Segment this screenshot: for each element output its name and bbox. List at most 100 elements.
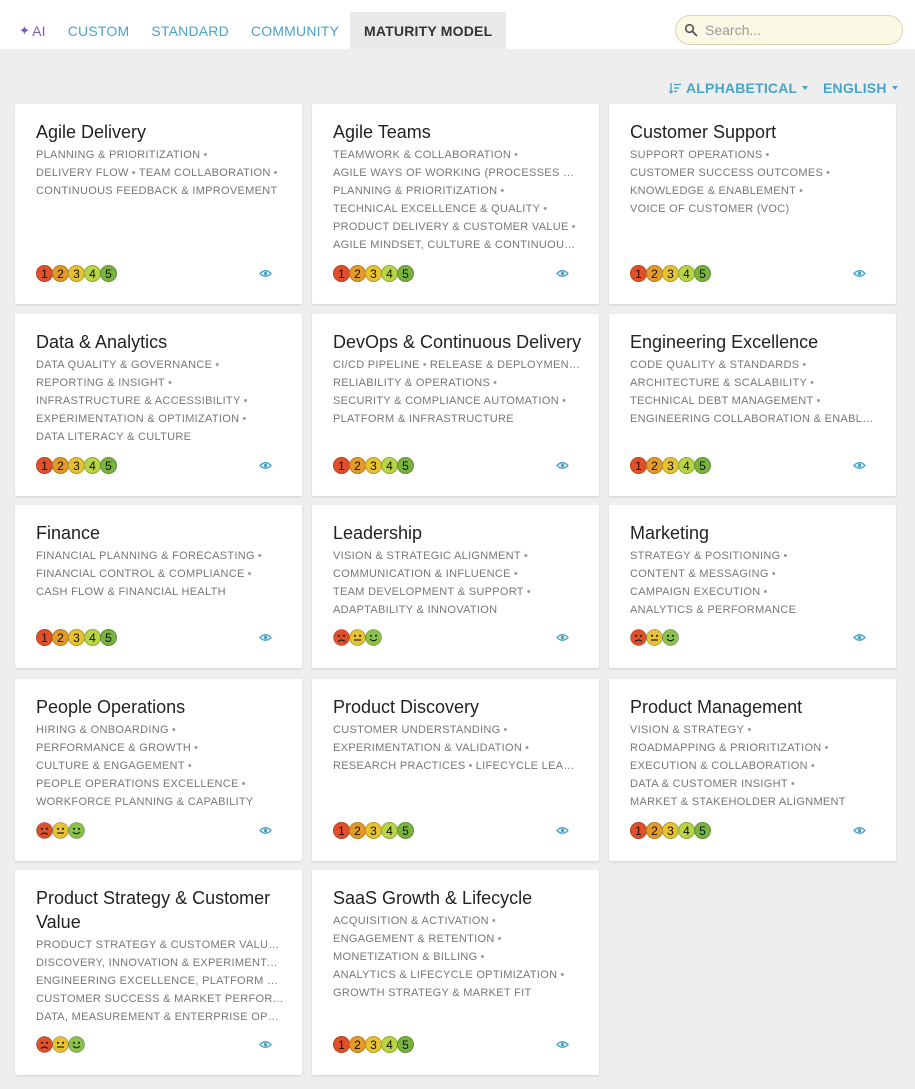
language-dropdown[interactable]: ENGLISH [823,80,898,96]
level-5-badge: 5 [397,457,414,474]
sparkle-icon: ✦ [19,22,31,38]
level-3-badge: 3 [365,822,382,839]
eye-icon[interactable] [556,631,569,644]
level-4-badge: 4 [678,265,695,282]
tab-maturity-model[interactable]: MATURITY MODEL [350,12,507,49]
tab-ai[interactable]: ✦ AI [8,12,57,49]
topic-tag: TECHNICAL EXCELLENCE & QUALITY [333,203,541,215]
eye-icon[interactable] [556,824,569,837]
topic-tag: CONTENT & MESSAGING [630,568,769,580]
topic-line: DATA, MEASUREMENT & ENTERPRISE OPERATION… [36,1008,284,1026]
separator-dot: • [243,395,248,407]
face-neutral-icon [349,629,366,646]
search-input[interactable] [705,22,895,38]
topic-tag: INFRASTRUCTURE & ACCESSIBILITY [36,395,241,407]
face-sad-icon [36,1036,53,1053]
topic-tag: EXECUTION & COLLABORATION [630,760,808,772]
topic-line: ANALYTICS & LIFECYCLE OPTIMIZATION • [333,966,581,984]
tab-label: MATURITY MODEL [364,22,493,39]
maturity-card[interactable]: People Operations HIRING & ONBOARDING • PER… [15,679,302,861]
maturity-card[interactable]: Marketing STRATEGY & POSITIONING • CONTENT … [609,505,896,668]
sort-dropdown[interactable]: ALPHABETICAL [669,80,809,96]
topic-line: CUSTOMER SUCCESS OUTCOMES • [630,164,878,182]
separator-dot: • [468,760,473,772]
topic-line: MONETIZATION & BILLING • [333,948,581,966]
topic-tag: CODE QUALITY & STANDARDS [630,359,800,371]
topic-tag: ADAPTABILITY & INNOVATION [333,604,498,616]
eye-icon[interactable] [259,1038,272,1051]
separator-dot: • [242,413,247,425]
separator-dot: • [215,359,220,371]
separator-dot: • [493,377,498,389]
separator-dot: • [810,760,815,772]
topic-tag: DATA & CUSTOMER INSIGHT [630,778,788,790]
maturity-card[interactable]: Agile Delivery PLANNING & PRIORITIZATION •… [15,104,302,304]
card-title: Product Management [630,697,803,717]
eye-icon[interactable] [259,824,272,837]
maturity-card[interactable]: Product Management VISION & STRATEGY • ROAD… [609,679,896,861]
topic-tag: PRODUCT DELIVERY & CUSTOMER VALUE [333,221,569,233]
eye-icon[interactable] [259,459,272,472]
topic-tag: CAMPAIGN EXECUTION [630,586,761,598]
topic-tag: GROWTH STRATEGY & MARKET FIT [333,987,532,999]
topic-line: CONTENT & MESSAGING • [630,565,878,583]
maturity-card[interactable]: Agile Teams TEAMWORK & COLLABORATION • AGIL… [312,104,599,304]
topic-line: HIRING & ONBOARDING • [36,721,284,739]
topic-tag: TECHNICAL DEBT MANAGEMENT [630,395,814,407]
separator-dot: • [561,395,567,407]
separator-dot: • [526,586,531,598]
level-3-badge: 3 [68,265,85,282]
topic-tag: DISCOVERY, INNOVATION & EXPERIMENTATION [36,957,284,969]
search-box[interactable] [675,15,903,45]
separator-dot: • [799,185,804,197]
eye-icon[interactable] [556,267,569,280]
card-title: Customer Support [630,122,777,142]
level-1-badge: 1 [333,265,350,282]
eye-icon[interactable] [853,459,866,472]
eye-icon[interactable] [853,267,866,280]
topic-tag: ENGINEERING EXCELLENCE, PLATFORM & DEVOP… [36,975,284,987]
maturity-card[interactable]: Leadership VISION & STRATEGIC ALIGNMENT • C… [312,505,599,668]
separator-dot: • [790,778,796,790]
tab-label: CUSTOM [67,22,130,39]
level-1-badge: 1 [630,457,647,474]
sort-icon [669,83,681,94]
tab-standard[interactable]: STANDARD [140,12,240,49]
level-2-badge: 2 [349,1036,366,1053]
maturity-card[interactable]: Engineering Excellence CODE QUALITY & STA… [609,314,896,496]
topic-line: PEOPLE OPERATIONS EXCELLENCE • [36,775,284,793]
maturity-card[interactable]: Data & Analytics DATA QUALITY & GOVERNANC… [15,314,302,496]
level-2-badge: 2 [349,457,366,474]
maturity-card[interactable]: Customer Support SUPPORT OPERATIONS • CUSTO… [609,104,896,304]
topic-line: CI/CD PIPELINE•RELEASE & DEPLOYMENT• [333,356,581,374]
topic-list: FINANCIAL PLANNING & FORECASTING • FINANCI… [36,547,284,601]
level-5-badge: 5 [694,457,711,474]
level-4-badge: 4 [84,457,101,474]
topic-line: EXPERIMENTATION & OPTIMIZATION • [36,410,284,428]
card-title: SaaS Growth & Lifecycle [333,888,533,908]
topic-tag: ANALYTICS & PERFORMANCE [630,604,797,616]
topic-tag: ANALYTICS & LIFECYCLE OPTIMIZATION [333,969,558,981]
eye-icon[interactable] [556,1038,569,1051]
tab-community[interactable]: COMMUNITY [240,12,350,49]
maturity-card[interactable]: Product Discovery CUSTOMER UNDERSTANDING •… [312,679,599,861]
topic-tag: HIRING & ONBOARDING [36,724,169,736]
eye-icon[interactable] [853,631,866,644]
topic-line: ENGINEERING EXCELLENCE, PLATFORM & DEVOP… [36,972,284,990]
topic-line: VISION & STRATEGIC ALIGNMENT • [333,547,581,565]
eye-icon[interactable] [556,459,569,472]
tab-custom[interactable]: CUSTOM [57,12,141,49]
level-1-badge: 1 [36,457,53,474]
eye-icon[interactable] [259,267,272,280]
separator-dot: • [571,221,576,233]
topic-tag: CUSTOMER SUCCESS & MARKET PERFORMANCE [36,993,284,1005]
maturity-card[interactable]: Product Strategy & Customer Value PRODUCT… [15,870,302,1075]
card-title: Finance [36,523,101,543]
eye-icon[interactable] [853,824,866,837]
maturity-card[interactable]: SaaS Growth & Lifecycle ACQUISITION & ACT… [312,870,599,1075]
eye-icon[interactable] [259,631,272,644]
level-2-badge: 2 [349,822,366,839]
maturity-card[interactable]: Finance FINANCIAL PLANNING & FORECASTING •… [15,505,302,668]
maturity-card[interactable]: DevOps & Continuous Delivery CI/CD PIPELI… [312,314,599,496]
topic-tag: AGILE WAYS OF WORKING (PROCESSES & CERE [333,167,581,179]
